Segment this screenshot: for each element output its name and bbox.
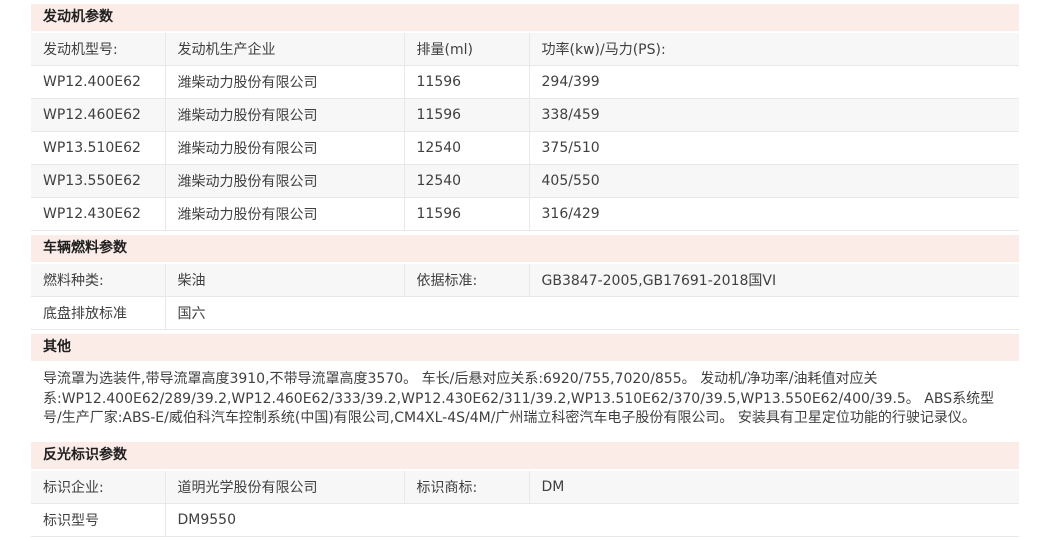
engine-params-table: 发动机型号: 发动机生产企业 排量(ml) 功率(kw)/马力(PS): WP1… bbox=[31, 33, 1019, 231]
cell-standard-label: 依据标准: bbox=[404, 264, 529, 297]
cell-power: 294/399 bbox=[529, 66, 1019, 99]
cell-standard-value: GB3847-2005,GB17691-2018国VI bbox=[529, 264, 1019, 297]
cell-marking-brand-label: 标识商标: bbox=[404, 471, 529, 504]
fuel-row: 底盘排放标准 国六 bbox=[31, 297, 1019, 330]
cell-engine-manufacturer: 潍柴动力股份有限公司 bbox=[165, 198, 404, 231]
cell-displacement: 12540 bbox=[404, 165, 529, 198]
fuel-row: 燃料种类: 柴油 依据标准: GB3847-2005,GB17691-2018国… bbox=[31, 264, 1019, 297]
cell-power: 405/550 bbox=[529, 165, 1019, 198]
cell-engine-model: WP13.550E62 bbox=[31, 165, 165, 198]
spec-page: 发动机参数 发动机型号: 发动机生产企业 排量(ml) 功率(kw)/马力(PS… bbox=[31, 4, 1019, 537]
col-header-power: 功率(kw)/马力(PS): bbox=[529, 33, 1019, 66]
engine-row: WP13.550E62 潍柴动力股份有限公司 12540 405/550 bbox=[31, 165, 1019, 198]
cell-engine-manufacturer: 潍柴动力股份有限公司 bbox=[165, 165, 404, 198]
cell-engine-model: WP12.430E62 bbox=[31, 198, 165, 231]
cell-power: 338/459 bbox=[529, 99, 1019, 132]
cell-displacement: 12540 bbox=[404, 132, 529, 165]
cell-marking-model-value: DM9550 bbox=[165, 503, 1019, 536]
cell-engine-model: WP12.460E62 bbox=[31, 99, 165, 132]
engine-table-header-row: 发动机型号: 发动机生产企业 排量(ml) 功率(kw)/马力(PS): bbox=[31, 33, 1019, 66]
other-notes-text: 导流罩为选装件,带导流罩高度3910,不带导流罩高度3570。 车长/后悬对应关… bbox=[31, 363, 1019, 438]
engine-row: WP12.460E62 潍柴动力股份有限公司 11596 338/459 bbox=[31, 99, 1019, 132]
cell-power: 316/429 bbox=[529, 198, 1019, 231]
cell-engine-model: WP12.400E62 bbox=[31, 66, 165, 99]
col-header-displacement: 排量(ml) bbox=[404, 33, 529, 66]
cell-fuel-type-value: 柴油 bbox=[165, 264, 404, 297]
cell-displacement: 11596 bbox=[404, 99, 529, 132]
cell-marking-company-label: 标识企业: bbox=[31, 471, 165, 504]
cell-displacement: 11596 bbox=[404, 198, 529, 231]
reflective-row: 标识企业: 道明光学股份有限公司 标识商标: DM bbox=[31, 471, 1019, 504]
cell-engine-manufacturer: 潍柴动力股份有限公司 bbox=[165, 132, 404, 165]
cell-chassis-emission-label: 底盘排放标准 bbox=[31, 297, 165, 330]
engine-row: WP13.510E62 潍柴动力股份有限公司 12540 375/510 bbox=[31, 132, 1019, 165]
cell-fuel-type-label: 燃料种类: bbox=[31, 264, 165, 297]
cell-engine-manufacturer: 潍柴动力股份有限公司 bbox=[165, 66, 404, 99]
section-title-reflective-params: 反光标识参数 bbox=[31, 442, 1019, 469]
cell-marking-brand-value: DM bbox=[529, 471, 1019, 504]
section-title-engine-params: 发动机参数 bbox=[31, 4, 1019, 31]
cell-engine-model: WP13.510E62 bbox=[31, 132, 165, 165]
engine-row: WP12.430E62 潍柴动力股份有限公司 11596 316/429 bbox=[31, 198, 1019, 231]
reflective-row: 标识型号 DM9550 bbox=[31, 503, 1019, 536]
engine-row: WP12.400E62 潍柴动力股份有限公司 11596 294/399 bbox=[31, 66, 1019, 99]
cell-chassis-emission-value: 国六 bbox=[165, 297, 1019, 330]
cell-displacement: 11596 bbox=[404, 66, 529, 99]
fuel-params-table: 燃料种类: 柴油 依据标准: GB3847-2005,GB17691-2018国… bbox=[31, 264, 1019, 330]
reflective-params-table: 标识企业: 道明光学股份有限公司 标识商标: DM 标识型号 DM9550 bbox=[31, 471, 1019, 537]
cell-engine-manufacturer: 潍柴动力股份有限公司 bbox=[165, 99, 404, 132]
cell-power: 375/510 bbox=[529, 132, 1019, 165]
section-title-other: 其他 bbox=[31, 334, 1019, 361]
cell-marking-model-label: 标识型号 bbox=[31, 503, 165, 536]
section-title-fuel-params: 车辆燃料参数 bbox=[31, 235, 1019, 262]
col-header-engine-model: 发动机型号: bbox=[31, 33, 165, 66]
cell-marking-company-value: 道明光学股份有限公司 bbox=[165, 471, 404, 504]
col-header-engine-manufacturer: 发动机生产企业 bbox=[165, 33, 404, 66]
